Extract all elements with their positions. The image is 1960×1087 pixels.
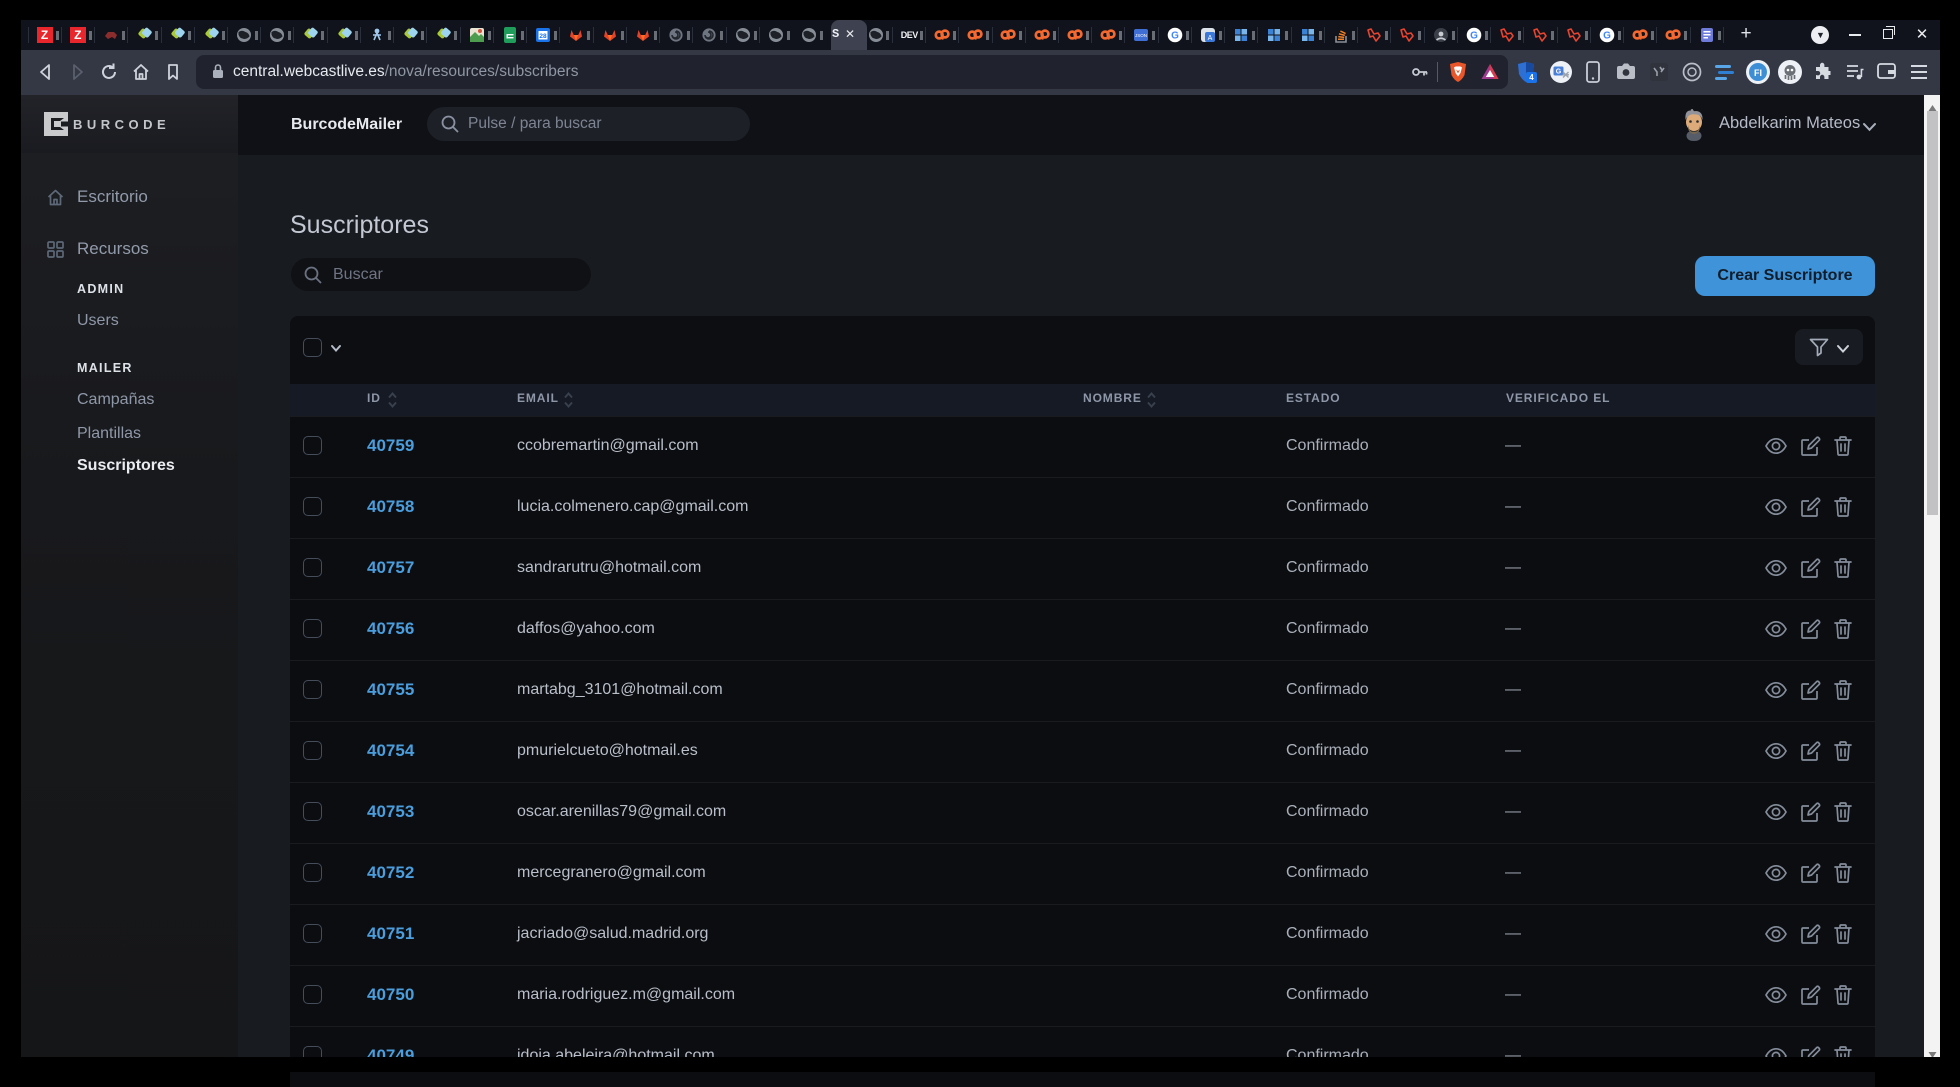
svg-text:G: G [1171, 31, 1179, 42]
svg-text:G: G [1556, 69, 1562, 76]
svg-text:A: A [1208, 35, 1213, 42]
svg-text:G: G [1470, 31, 1478, 42]
svg-text:28: 28 [539, 33, 547, 40]
svg-text:FI: FI [1754, 68, 1762, 78]
svg-text:G: G [1603, 31, 1611, 42]
svg-text:JSON: JSON [1135, 33, 1147, 38]
